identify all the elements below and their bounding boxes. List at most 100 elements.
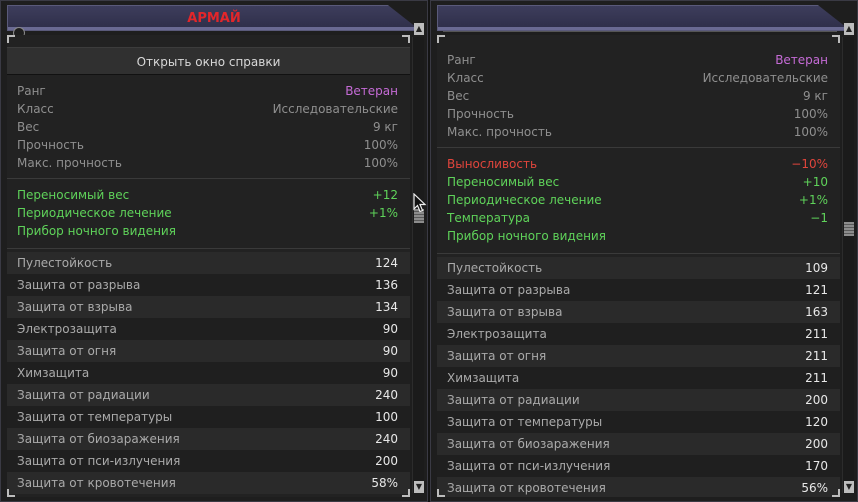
protection-value: 211 (805, 349, 828, 363)
bonus-label: Выносливость (447, 157, 538, 171)
bonus-value: −10% (791, 157, 828, 171)
protection-label: Защита от разрыва (447, 283, 571, 297)
protection-label: Электрозащита (17, 322, 117, 336)
protection-row: Защита от взрыва 163 (437, 301, 840, 323)
bonus-label: Периодическое лечение (17, 206, 172, 220)
protection-row: Электрозащита 211 (437, 323, 840, 345)
protection-value: 200 (805, 393, 828, 407)
protection-row: Защита от огня 211 (437, 345, 840, 367)
section-divider (7, 178, 410, 179)
protection-row: Защита от огня 90 (7, 340, 410, 362)
frame-corner (437, 35, 445, 43)
stat-row: Вес 9 кг (17, 118, 398, 136)
protection-row: Защита от разрыва 121 (437, 279, 840, 301)
section-divider (437, 147, 840, 148)
protection-row: Пулестойкость 124 (7, 252, 410, 274)
protection-value: 90 (382, 366, 398, 380)
stat-value: Ветеран (775, 53, 828, 67)
scrollbar[interactable]: ▲ ▼ (842, 23, 854, 493)
frame-corner (402, 489, 410, 497)
stat-label: Вес (17, 120, 40, 134)
scroll-up-icon[interactable]: ▲ (414, 23, 424, 35)
mouse-cursor-icon (413, 193, 427, 213)
protection-row: Электрозащита 90 (7, 318, 410, 340)
bonus-label: Температура (447, 211, 531, 225)
protection-row: Пулестойкость 109 (437, 257, 840, 279)
protection-label: Защита от огня (17, 344, 117, 358)
header-strip (438, 27, 850, 30)
protection-value: 136 (375, 278, 398, 292)
protection-value: 90 (382, 322, 398, 336)
stat-value: Исследовательские (272, 102, 398, 116)
protection-value: 100 (375, 410, 398, 424)
bonus-row: Периодическое лечение +1% (17, 204, 398, 222)
protection-value: 121 (805, 283, 828, 297)
bonus-label: Периодическое лечение (447, 193, 602, 207)
bonus-row: Переносимый вес +10 (447, 173, 828, 191)
open-help-button[interactable]: Открыть окно справки (7, 47, 410, 75)
protection-value: 240 (375, 388, 398, 402)
bonus-row: Прибор ночного видения (447, 227, 828, 245)
protection-label: Защита от огня (447, 349, 547, 363)
protection-value: 240 (375, 432, 398, 446)
stat-row: Макс. прочность 100% (447, 123, 828, 141)
stat-label: Вес (447, 89, 470, 103)
protection-label: Пулестойкость (17, 256, 113, 270)
protection-label: Защита от биозаражения (447, 437, 610, 451)
stat-row: Вес 9 кг (447, 87, 828, 105)
bonus-label: Переносимый вес (447, 175, 560, 189)
frame-corner (832, 489, 840, 497)
stat-row: Прочность 100% (447, 105, 828, 123)
stat-row: Класс Исследовательские (17, 100, 398, 118)
bonus-label: Прибор ночного видения (17, 224, 176, 238)
stat-value: Исследовательские (702, 71, 828, 85)
stat-label: Класс (17, 102, 54, 116)
bonus-label: Прибор ночного видения (447, 229, 606, 243)
frame-corner (832, 35, 840, 43)
protection-row: Защита от радиации 240 (7, 384, 410, 406)
protection-row: Химзащита 211 (437, 367, 840, 389)
protection-label: Защита от кровотечения (17, 476, 176, 490)
protection-label: Электрозащита (447, 327, 547, 341)
bonus-row: Прибор ночного видения (17, 222, 398, 240)
protection-value: 90 (382, 344, 398, 358)
item-stats-content: Открыть окно справки Ранг Ветеран Класс Исс… (7, 35, 410, 497)
bonus-value: +12 (372, 188, 398, 202)
protection-label: Защита от радиации (447, 393, 580, 407)
bonus-row: Периодическое лечение +1% (447, 191, 828, 209)
protection-row: Защита от разрыва 136 (7, 274, 410, 296)
stat-row: Прочность 100% (17, 136, 398, 154)
stat-label: Макс. прочность (17, 156, 122, 170)
stat-row: Ранг Ветеран (17, 82, 398, 100)
stat-label: Макс. прочность (447, 125, 552, 139)
protection-row: Защита от радиации 200 (437, 389, 840, 411)
protection-label: Химзащита (17, 366, 90, 380)
scrollbar[interactable]: ▲ ▼ (412, 23, 424, 493)
bonus-value: +1% (798, 193, 828, 207)
stat-row: Макс. прочность 100% (17, 154, 398, 172)
section-divider (7, 248, 410, 249)
stat-label: Класс (447, 71, 484, 85)
protection-value: 200 (375, 454, 398, 468)
item-title: АРМАЙ (187, 11, 241, 26)
stat-value: 9 кг (802, 89, 828, 103)
stat-row: Ранг Ветеран (447, 51, 828, 69)
stat-row: Класс Исследовательские (447, 69, 828, 87)
protection-value: 56% (801, 481, 828, 495)
protection-row: Защита от кровотечения 56% (437, 477, 840, 497)
protection-row: Химзащита 90 (7, 362, 410, 384)
protection-label: Защита от биозаражения (17, 432, 180, 446)
frame-corner (7, 489, 15, 497)
stat-value: 9 кг (372, 120, 398, 134)
scroll-up-icon[interactable]: ▲ (844, 23, 854, 35)
bonus-row: Температура −1 (447, 209, 828, 227)
protection-label: Защита от температуры (447, 415, 603, 429)
scroll-down-icon[interactable]: ▼ (414, 481, 424, 493)
bonus-row: Выносливость −10% (447, 155, 828, 173)
protection-label: Защита от пси-излучения (17, 454, 181, 468)
scroll-thumb[interactable] (844, 222, 854, 236)
scroll-down-icon[interactable]: ▼ (844, 481, 854, 493)
protection-value: 211 (805, 371, 828, 385)
bonus-value: +1% (368, 206, 398, 220)
stat-label: Ранг (17, 84, 46, 98)
